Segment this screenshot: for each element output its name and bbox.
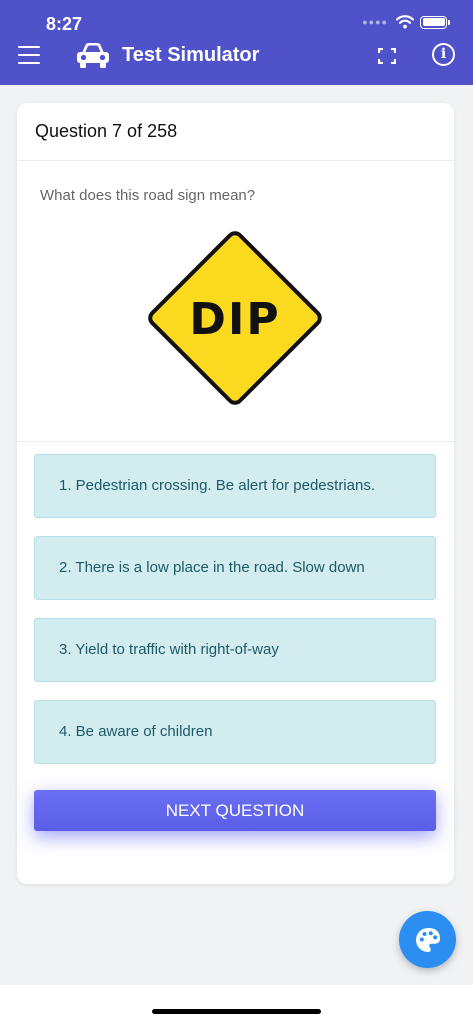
question-text: What does this road sign mean? [40, 187, 256, 204]
app-bar: 8:27 ●●●● Test Simulator i [0, 0, 473, 85]
answer-option-3[interactable]: 3. Yield to traffic with right-of-way [34, 618, 436, 682]
dip-road-sign: DIP [148, 231, 322, 405]
app-title: Test Simulator [122, 44, 260, 66]
car-icon [77, 43, 109, 68]
question-counter: Question 7 of 258 [17, 103, 454, 161]
status-time: 8:27 [46, 14, 83, 34]
cellular-signal-icon: ●●●● [362, 17, 388, 27]
sign-text: DIP [189, 294, 280, 345]
fullscreen-icon[interactable] [378, 48, 396, 64]
menu-icon [18, 46, 40, 48]
menu-button[interactable] [18, 46, 40, 64]
battery-icon [420, 15, 450, 29]
answer-option-2[interactable]: 2. There is a low place in the road. Slo… [34, 536, 436, 600]
status-icons: ●●●● [362, 15, 450, 29]
palette-icon [415, 927, 440, 952]
question-card: Question 7 of 258 What does this road si… [17, 103, 454, 884]
divider [17, 441, 454, 442]
answer-option-1[interactable]: 1. Pedestrian crossing. Be alert for ped… [34, 454, 436, 518]
home-indicator[interactable] [152, 1009, 321, 1014]
theme-fab-button[interactable] [399, 911, 456, 968]
next-question-button[interactable]: NEXT QUESTION [34, 790, 436, 831]
info-icon[interactable]: i [432, 43, 455, 66]
answer-option-4[interactable]: 4. Be aware of children [34, 700, 436, 764]
wifi-icon [396, 15, 414, 29]
bottom-safe-area [0, 985, 473, 1024]
